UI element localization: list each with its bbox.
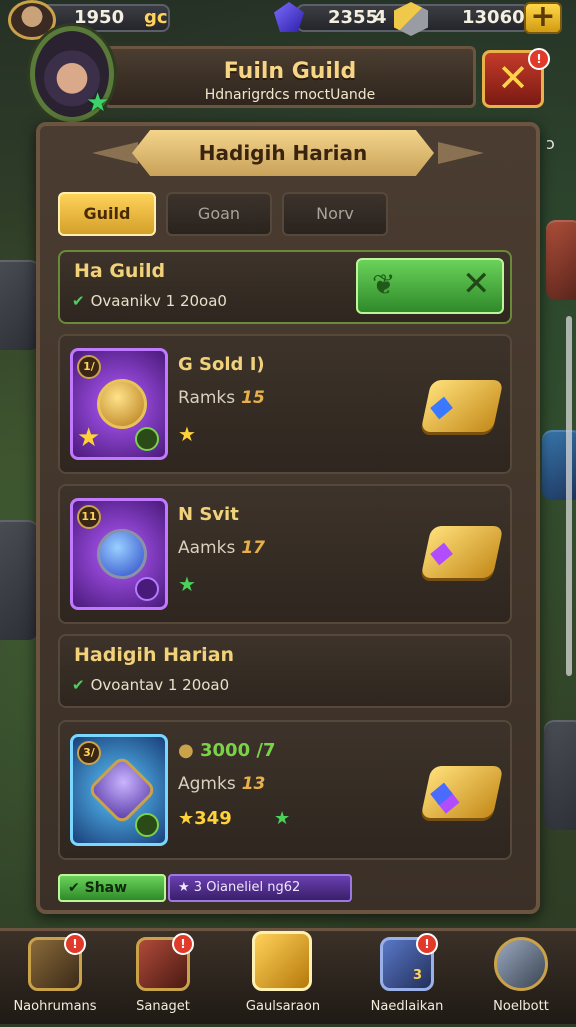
nav-label: Noelbott bbox=[493, 999, 549, 1014]
star-icon: ★ bbox=[178, 880, 190, 895]
golden-shield-icon bbox=[97, 379, 147, 429]
star-icon: ★ bbox=[178, 572, 196, 596]
golden-scroll-reward-icon bbox=[420, 526, 504, 578]
item-name-text: G Sold bbox=[178, 354, 244, 375]
notification-badge: ! bbox=[528, 48, 550, 70]
reward-item-card[interactable]: 1/ ★ G Sold I) Ramks 15 ★ bbox=[58, 334, 512, 474]
item-name: ● 3000 /7 bbox=[178, 740, 276, 761]
notification-badge: ! bbox=[172, 933, 194, 955]
shield-icon bbox=[252, 931, 312, 991]
star-icon: ★ bbox=[77, 423, 101, 453]
nav-label: Naohrumans bbox=[13, 999, 97, 1014]
section-card-detail: Ovoantav 1 20oa0 bbox=[90, 676, 230, 694]
rank-value: 13 bbox=[241, 774, 266, 794]
leaf-icon bbox=[135, 427, 159, 451]
leaf-icon: ❦ bbox=[372, 268, 396, 301]
coin-tag: gc bbox=[144, 7, 168, 28]
tab-norv[interactable]: Norv bbox=[282, 192, 388, 236]
footer-info-text: 3 Oianeliel ng62 bbox=[193, 880, 301, 895]
nav-item-naedlaikan[interactable]: 3 ! Naedlaikan bbox=[352, 931, 462, 1027]
show-button[interactable]: ✔ Shaw bbox=[58, 874, 166, 902]
rune-icon bbox=[135, 577, 159, 601]
check-icon: ✔ bbox=[72, 676, 85, 694]
guild-card-title: Ha Guild bbox=[74, 260, 166, 282]
reward-item-card[interactable]: 3/ ● 3000 /7 Agmks 13 ★349 ★ bbox=[58, 720, 512, 860]
guild-card-detail: Ovaanikv 1 20oa0 bbox=[90, 292, 227, 310]
item-name-text: 3000 bbox=[200, 740, 251, 761]
item-level-badge: 11 bbox=[77, 505, 101, 529]
check-icon: ✔ bbox=[68, 880, 80, 896]
bottom-nav: ! Naohrumans ! Sanaget Gaulsaraon 3 ! Na… bbox=[0, 928, 576, 1024]
background-rock bbox=[0, 520, 38, 640]
page-subtitle: Hdnarigrdcs rnoctUande bbox=[204, 87, 376, 103]
gem-armor-icon bbox=[97, 529, 147, 579]
gem-suffix: 4 bbox=[374, 7, 387, 28]
item-name-suffix: /7 bbox=[256, 740, 276, 761]
item-portrait: 3/ bbox=[70, 734, 168, 846]
gem-amount: 2355 bbox=[328, 7, 379, 28]
nav-count: 3 bbox=[413, 968, 423, 983]
star-icon: ★ bbox=[178, 422, 196, 446]
item-name-suffix: I) bbox=[249, 354, 265, 375]
footer-info-bar: ★ 3 Oianeliel ng62 bbox=[168, 874, 352, 902]
guild-card-detail-row: ✔ Ovaanikv 1 20oa0 bbox=[72, 292, 227, 310]
star-icon: ★ bbox=[86, 88, 110, 118]
item-portrait: 11 bbox=[70, 498, 168, 610]
nav-item-gaulsaraon[interactable]: Gaulsaraon bbox=[228, 931, 338, 1027]
nav-label: Sanaget bbox=[136, 999, 190, 1014]
gold-coin-reward-icon bbox=[420, 380, 504, 432]
tab-goan[interactable]: Goan bbox=[166, 192, 272, 236]
close-icon: ✕ bbox=[462, 264, 491, 304]
notification-badge: ! bbox=[416, 933, 438, 955]
treasure-reward-icon bbox=[420, 766, 504, 818]
plus-icon: + bbox=[530, 0, 556, 34]
leaf-icon bbox=[135, 813, 159, 837]
background-rock bbox=[0, 260, 40, 350]
background-rock bbox=[544, 720, 576, 830]
daily-section-card: Hadigih Harian ✔ Ovoantav 1 20oa0 bbox=[58, 634, 512, 708]
item-level-badge: 1/ bbox=[77, 355, 101, 379]
nav-label: Naedlaikan bbox=[370, 999, 444, 1014]
panel-ribbon-title: Hadigih Harian bbox=[132, 130, 434, 176]
reward-item-card[interactable]: 11 N Svit Aamks 17 ★ bbox=[58, 484, 512, 624]
add-currency-button[interactable]: + bbox=[524, 2, 562, 34]
ring-icon: ↄ bbox=[546, 134, 555, 153]
rank-label: Agmks bbox=[178, 774, 236, 794]
accept-decline-button[interactable]: ❦ ✕ bbox=[356, 258, 504, 314]
tab-guild[interactable]: Guild bbox=[58, 192, 156, 236]
notification-badge: ! bbox=[64, 933, 86, 955]
bag-icon: ● bbox=[178, 740, 194, 761]
background-crystal bbox=[546, 220, 576, 300]
item-bonus-value: 349 bbox=[194, 808, 232, 829]
nav-label: Gaulsaraon bbox=[245, 999, 321, 1014]
nav-item-sanaget[interactable]: ! Sanaget bbox=[108, 931, 218, 1027]
guild-header: Fuiln Guild Hdnarigrdcs rnoctUande bbox=[104, 46, 476, 108]
page-title: Fuiln Guild bbox=[223, 59, 357, 84]
star-icon: ★ bbox=[178, 808, 195, 829]
star-icon: ★ bbox=[274, 808, 291, 829]
item-rank: Aamks 17 bbox=[178, 538, 265, 558]
rank-label: Ramks bbox=[178, 388, 236, 408]
section-card-title: Hadigih Harian bbox=[74, 644, 235, 666]
section-card-detail-row: ✔ Ovoantav 1 20oa0 bbox=[72, 676, 229, 694]
scrollbar[interactable] bbox=[566, 316, 572, 676]
close-icon: ✕ bbox=[497, 56, 529, 100]
nav-item-naohrumans[interactable]: ! Naohrumans bbox=[0, 931, 110, 1027]
crossed-swords-icon bbox=[494, 937, 548, 991]
check-icon: ✔ bbox=[72, 292, 85, 310]
box-amount: 13060 bbox=[462, 7, 525, 28]
item-name: G Sold I) bbox=[178, 354, 265, 375]
nav-item-noelbott[interactable]: Noelbott bbox=[466, 931, 576, 1027]
item-rank: Agmks 13 bbox=[178, 774, 265, 794]
item-bonus: ★349 ★ bbox=[178, 808, 290, 829]
show-button-label: Shaw bbox=[84, 880, 128, 896]
item-rank: Ramks 15 bbox=[178, 388, 265, 408]
rank-value: 17 bbox=[241, 538, 265, 558]
rank-label: Aamks bbox=[178, 538, 236, 558]
rank-value: 15 bbox=[241, 388, 265, 408]
item-portrait: 1/ ★ bbox=[70, 348, 168, 460]
item-level-badge: 3/ bbox=[77, 741, 101, 765]
item-name: N Svit bbox=[178, 504, 239, 525]
